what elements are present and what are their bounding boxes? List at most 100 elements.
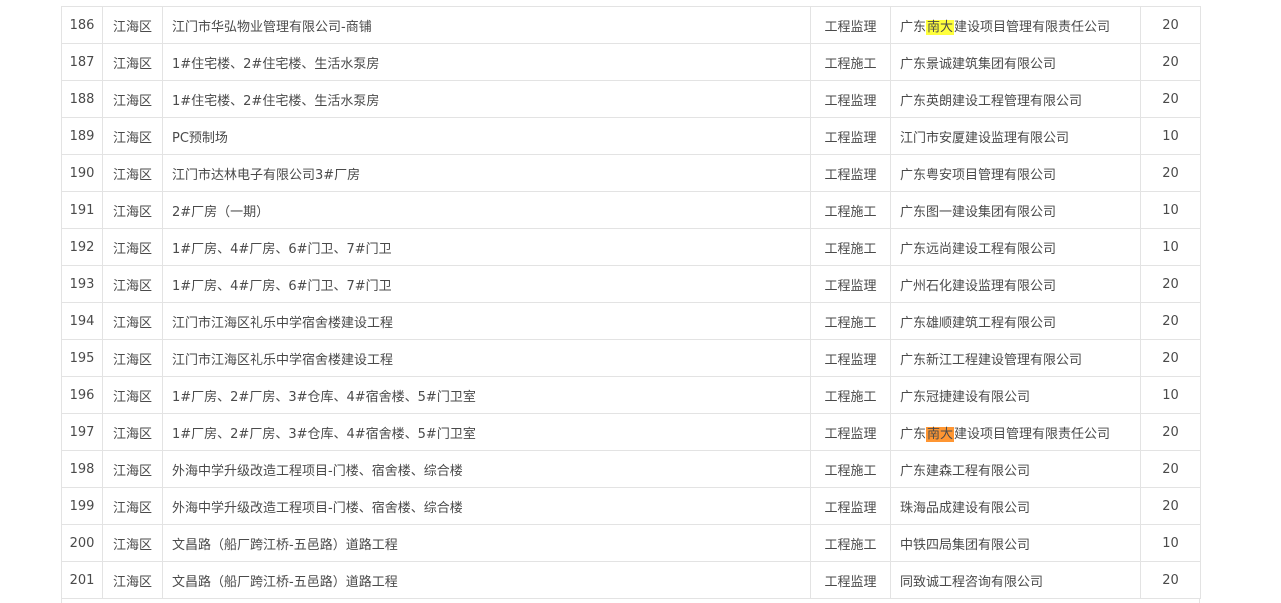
company-cell: 广东南大建设项目管理有限责任公司 — [890, 413, 1141, 451]
score-cell: 20 — [1140, 154, 1201, 192]
project-name-cell: 1#住宅楼、2#住宅楼、生活水泵房 — [162, 80, 811, 118]
table-continuation-edge — [61, 598, 1200, 603]
work-type-cell: 工程施工 — [810, 43, 891, 81]
company-name-text: 广东冠捷建设有限公司 — [900, 389, 1031, 405]
company-cell: 江门市安厦建设监理有限公司 — [890, 117, 1141, 155]
company-cell: 广东建森工程有限公司 — [890, 450, 1141, 488]
row-number-cell: 186 — [61, 6, 103, 44]
score-cell: 20 — [1140, 450, 1201, 488]
score-cell: 20 — [1140, 43, 1201, 81]
work-type-cell: 工程施工 — [810, 191, 891, 229]
row-number-cell: 196 — [61, 376, 103, 414]
company-cell: 同致诚工程咨询有限公司 — [890, 561, 1141, 599]
district-cell: 江海区 — [102, 376, 163, 414]
row-number-cell: 192 — [61, 228, 103, 266]
district-cell: 江海区 — [102, 302, 163, 340]
work-type-cell: 工程监理 — [810, 339, 891, 377]
project-name-cell: 外海中学升级改造工程项目-门楼、宿舍楼、综合楼 — [162, 487, 811, 525]
company-cell: 广东远尚建设工程有限公司 — [890, 228, 1141, 266]
company-cell: 广州石化建设监理有限公司 — [890, 265, 1141, 303]
company-cell: 广东新江工程建设管理有限公司 — [890, 339, 1141, 377]
district-cell: 江海区 — [102, 265, 163, 303]
row-number-cell: 200 — [61, 524, 103, 562]
work-type-cell: 工程施工 — [810, 228, 891, 266]
row-number-cell: 190 — [61, 154, 103, 192]
table-row: 190 江海区 江门市达林电子有限公司3#厂房 工程监理 广东粤安项目管理有限公司 20 — [61, 154, 1201, 192]
table-row: 201 江海区 文昌路（船厂跨江桥-五邑路）道路工程 工程监理 同致诚工程咨询有限公司 2… — [61, 561, 1201, 599]
district-cell: 江海区 — [102, 117, 163, 155]
score-cell: 10 — [1140, 524, 1201, 562]
district-cell: 江海区 — [102, 80, 163, 118]
work-type-cell: 工程监理 — [810, 561, 891, 599]
score-cell: 20 — [1140, 80, 1201, 118]
row-number-cell: 193 — [61, 265, 103, 303]
district-cell: 江海区 — [102, 154, 163, 192]
work-type-cell: 工程监理 — [810, 6, 891, 44]
table-row: 200 江海区 文昌路（船厂跨江桥-五邑路）道路工程 工程施工 中铁四局集团有限公司 10 — [61, 524, 1201, 562]
company-name-text: 江门市安厦建设监理有限公司 — [900, 130, 1070, 146]
company-name-text: 广东雄顺建筑工程有限公司 — [900, 315, 1057, 331]
company-name-text: 广东 — [900, 426, 927, 442]
work-type-cell: 工程施工 — [810, 302, 891, 340]
table-row: 192 江海区 1#厂房、4#厂房、6#门卫、7#门卫 工程施工 广东远尚建设工程有限公… — [61, 228, 1201, 266]
company-name-text: 广东英朗建设工程管理有限公司 — [900, 93, 1083, 109]
search-highlight: 南大 — [926, 426, 955, 442]
score-cell: 20 — [1140, 265, 1201, 303]
row-number-cell: 191 — [61, 191, 103, 229]
row-number-cell: 188 — [61, 80, 103, 118]
work-type-cell: 工程监理 — [810, 265, 891, 303]
table-row: 188 江海区 1#住宅楼、2#住宅楼、生活水泵房 工程监理 广东英朗建设工程管理有限公… — [61, 80, 1201, 118]
table-row: 189 江海区 PC预制场 工程监理 江门市安厦建设监理有限公司 10 — [61, 117, 1201, 155]
work-type-cell: 工程监理 — [810, 80, 891, 118]
table-row: 193 江海区 1#厂房、4#厂房、6#门卫、7#门卫 工程监理 广州石化建设监理有限公… — [61, 265, 1201, 303]
work-type-cell: 工程监理 — [810, 117, 891, 155]
project-name-cell: 1#厂房、2#厂房、3#仓库、4#宿舍楼、5#门卫室 — [162, 376, 811, 414]
district-cell: 江海区 — [102, 6, 163, 44]
score-cell: 10 — [1140, 191, 1201, 229]
row-number-cell: 189 — [61, 117, 103, 155]
table-row: 198 江海区 外海中学升级改造工程项目-门楼、宿舍楼、综合楼 工程施工 广东建森工程有… — [61, 450, 1201, 488]
company-name-text: 广州石化建设监理有限公司 — [900, 278, 1057, 294]
table-row: 186 江海区 江门市华弘物业管理有限公司-商铺 工程监理 广东南大建设项目管理有限责任… — [61, 6, 1201, 44]
results-table: 186 江海区 江门市华弘物业管理有限公司-商铺 工程监理 广东南大建设项目管理有限责任… — [61, 6, 1201, 599]
score-cell: 20 — [1140, 561, 1201, 599]
project-name-cell: 文昌路（船厂跨江桥-五邑路）道路工程 — [162, 524, 811, 562]
company-name-text: 珠海品成建设有限公司 — [900, 500, 1031, 516]
project-name-cell: PC预制场 — [162, 117, 811, 155]
table-body: 186 江海区 江门市华弘物业管理有限公司-商铺 工程监理 广东南大建设项目管理有限责任… — [61, 6, 1201, 599]
company-cell: 广东图一建设集团有限公司 — [890, 191, 1141, 229]
work-type-cell: 工程施工 — [810, 450, 891, 488]
work-type-cell: 工程监理 — [810, 413, 891, 451]
table-row: 196 江海区 1#厂房、2#厂房、3#仓库、4#宿舍楼、5#门卫室 工程施工 广东冠捷… — [61, 376, 1201, 414]
company-name-text: 广东 — [900, 19, 927, 35]
company-cell: 广东景诚建筑集团有限公司 — [890, 43, 1141, 81]
score-cell: 10 — [1140, 228, 1201, 266]
row-number-cell: 197 — [61, 413, 103, 451]
company-cell: 广东雄顺建筑工程有限公司 — [890, 302, 1141, 340]
district-cell: 江海区 — [102, 561, 163, 599]
company-name-text: 广东建森工程有限公司 — [900, 463, 1031, 479]
row-number-cell: 199 — [61, 487, 103, 525]
project-name-cell: 江门市江海区礼乐中学宿舍楼建设工程 — [162, 302, 811, 340]
project-name-cell: 1#住宅楼、2#住宅楼、生活水泵房 — [162, 43, 811, 81]
district-cell: 江海区 — [102, 228, 163, 266]
company-name-text: 中铁四局集团有限公司 — [900, 537, 1031, 553]
row-number-cell: 198 — [61, 450, 103, 488]
work-type-cell: 工程施工 — [810, 376, 891, 414]
project-name-cell: 江门市江海区礼乐中学宿舍楼建设工程 — [162, 339, 811, 377]
district-cell: 江海区 — [102, 487, 163, 525]
table-row: 194 江海区 江门市江海区礼乐中学宿舍楼建设工程 工程施工 广东雄顺建筑工程有限公司 2… — [61, 302, 1201, 340]
company-cell: 广东冠捷建设有限公司 — [890, 376, 1141, 414]
work-type-cell: 工程监理 — [810, 154, 891, 192]
company-cell: 广东英朗建设工程管理有限公司 — [890, 80, 1141, 118]
score-cell: 20 — [1140, 6, 1201, 44]
table-row: 195 江海区 江门市江海区礼乐中学宿舍楼建设工程 工程监理 广东新江工程建设管理有限公… — [61, 339, 1201, 377]
company-name-text: 建设项目管理有限责任公司 — [954, 426, 1111, 442]
district-cell: 江海区 — [102, 43, 163, 81]
score-cell: 10 — [1140, 376, 1201, 414]
company-name-text: 广东粤安项目管理有限公司 — [900, 167, 1057, 183]
row-number-cell: 194 — [61, 302, 103, 340]
row-number-cell: 187 — [61, 43, 103, 81]
row-number-cell: 195 — [61, 339, 103, 377]
district-cell: 江海区 — [102, 413, 163, 451]
